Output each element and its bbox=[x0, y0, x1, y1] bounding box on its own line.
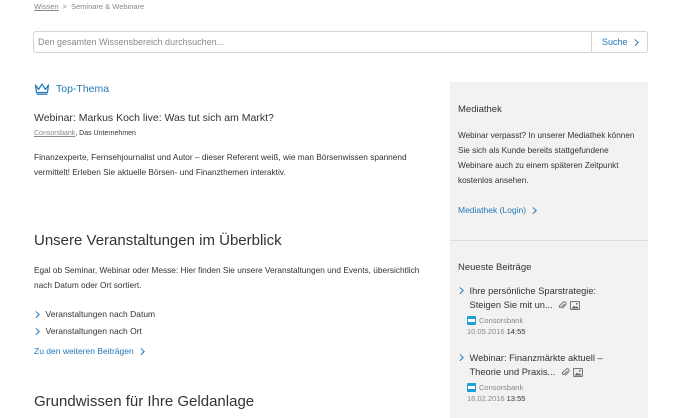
latest-post-source: Consorsbank bbox=[467, 316, 644, 325]
chevron-right-icon bbox=[137, 347, 145, 355]
crown-icon bbox=[34, 83, 50, 95]
image-icon bbox=[573, 368, 583, 377]
mediathek-login-link[interactable]: Mediathek (Login) bbox=[458, 205, 537, 215]
chevron-right-icon bbox=[457, 354, 464, 361]
top-thema-title[interactable]: Webinar: Markus Koch live: Was tut sich … bbox=[34, 112, 274, 124]
breadcrumb-separator: > bbox=[62, 2, 67, 11]
latest-post-date: 16.02.2016 13:55 bbox=[467, 394, 526, 403]
latest-posts-heading: Neueste Beiträge bbox=[458, 262, 532, 273]
latest-post-item: Webinar: Finanzmärkte aktuell – Theorie … bbox=[457, 351, 644, 403]
breadcrumb: Wissen > Seminare & Webinare bbox=[34, 2, 144, 11]
events-link-by-location[interactable]: Veranstaltungen nach Ort bbox=[33, 326, 142, 336]
top-thema-header: Top-Thema bbox=[34, 82, 109, 95]
attachment-icon bbox=[559, 301, 567, 309]
more-posts-link[interactable]: Zu den weiteren Beiträgen bbox=[34, 346, 145, 356]
mediathek-login-label: Mediathek (Login) bbox=[458, 205, 527, 215]
chevron-right-icon bbox=[457, 287, 464, 294]
post-source-label: Consorsbank bbox=[479, 383, 524, 392]
source-description: Das Unternehmen bbox=[79, 130, 136, 137]
events-link-label: Veranstaltungen nach Datum bbox=[45, 309, 156, 319]
latest-post-source: Consorsbank bbox=[467, 383, 644, 392]
top-thema-description: Finanzexperte, Fernsehjournalist und Aut… bbox=[34, 152, 407, 177]
latest-post-date: 10.05.2016 14:55 bbox=[467, 327, 526, 336]
events-link-label: Veranstaltungen nach Ort bbox=[45, 326, 142, 336]
breadcrumb-item-current: Seminare & Webinare bbox=[70, 2, 145, 11]
chevron-right-icon bbox=[33, 327, 40, 335]
search-button[interactable]: Suche bbox=[591, 32, 647, 52]
post-title-line2: Theorie und Praxis... bbox=[469, 367, 556, 377]
events-link-by-date[interactable]: Veranstaltungen nach Datum bbox=[33, 309, 156, 319]
events-heading: Unsere Veranstaltungen im Überblick bbox=[34, 232, 282, 249]
more-posts-label: Zu den weiteren Beiträgen bbox=[34, 346, 134, 356]
consorsbank-logo-icon bbox=[467, 316, 476, 325]
mediathek-heading: Mediathek bbox=[458, 104, 502, 115]
basics-heading: Grundwissen für Ihre Geldanlage bbox=[34, 393, 255, 410]
top-thema-source: Consorsbank, Das Unternehmen bbox=[34, 130, 136, 137]
post-source-label: Consorsbank bbox=[479, 316, 524, 325]
consorsbank-logo-icon bbox=[467, 383, 476, 392]
chevron-right-icon bbox=[530, 206, 537, 214]
latest-post-item: Ihre persönliche Sparstrategie: Steigen … bbox=[457, 284, 644, 336]
events-description: Egal ob Seminar, Webinar oder Messe: Hie… bbox=[34, 265, 420, 290]
sidebar: Mediathek Webinar verpasst? In unserer M… bbox=[450, 82, 648, 418]
latest-post-title-link[interactable]: Webinar: Finanzmärkte aktuell – Theorie … bbox=[457, 351, 644, 379]
search-bar: Suche bbox=[33, 31, 648, 53]
search-button-label: Suche bbox=[601, 37, 628, 47]
mediathek-text: Webinar verpasst? In unserer Mediathek k… bbox=[458, 131, 635, 185]
chevron-right-icon bbox=[33, 310, 40, 318]
sidebar-divider bbox=[450, 240, 648, 241]
post-title-line2: Steigen Sie mit un... bbox=[469, 300, 553, 310]
search-input[interactable] bbox=[34, 32, 592, 52]
chevron-right-icon bbox=[631, 38, 638, 46]
image-icon bbox=[570, 301, 581, 310]
attachment-icon bbox=[561, 368, 570, 376]
source-brand-link[interactable]: Consorsbank bbox=[34, 130, 75, 137]
post-title-line1: Webinar: Finanzmärkte aktuell – bbox=[469, 353, 603, 363]
top-thema-label: Top-Thema bbox=[56, 82, 110, 95]
post-title-line1: Ihre persönliche Sparstrategie: bbox=[469, 286, 597, 296]
latest-post-title-link[interactable]: Ihre persönliche Sparstrategie: Steigen … bbox=[457, 284, 644, 312]
breadcrumb-item-wissen[interactable]: Wissen bbox=[34, 2, 59, 11]
